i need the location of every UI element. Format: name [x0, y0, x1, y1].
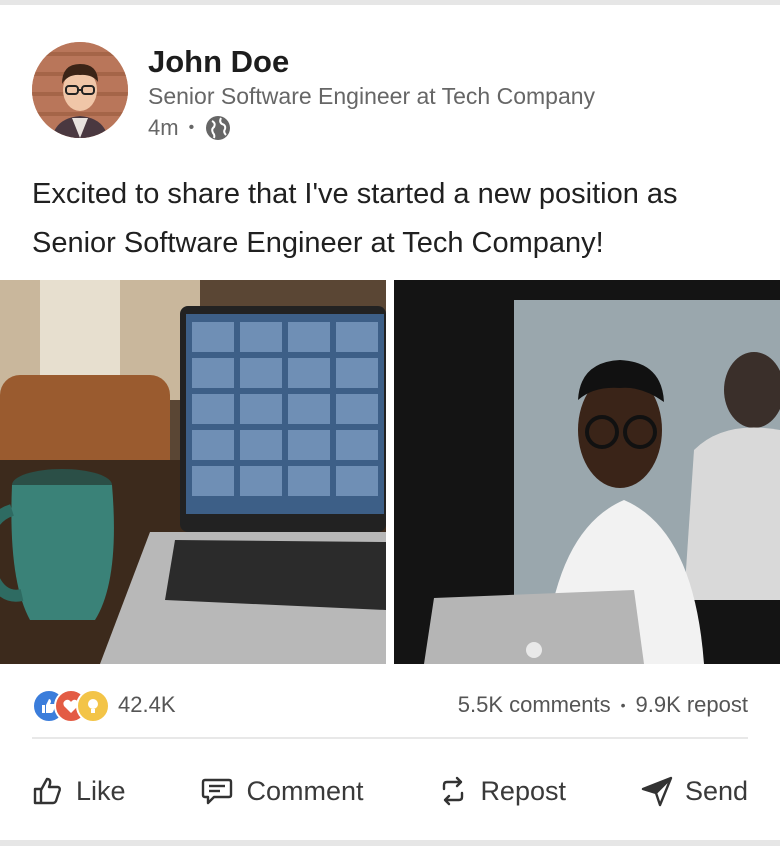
author-meta: John Doe Senior Software Engineer at Tec…	[148, 44, 595, 142]
comment-button[interactable]: Comment	[200, 775, 364, 807]
post-time: 4m	[148, 115, 179, 140]
send-label: Send	[684, 775, 748, 806]
engagement-separator: •	[620, 697, 626, 713]
send-icon	[641, 776, 673, 807]
reactions-count: 42.4K	[118, 692, 176, 717]
reposts-count-link[interactable]: 9.9K repost	[635, 692, 748, 718]
post-stats: 42.4K 5.5K comments • 9.9K repost	[32, 688, 748, 723]
insightful-reaction-icon	[76, 689, 110, 723]
post-header: John Doe Senior Software Engineer at Tec…	[32, 42, 595, 142]
send-button[interactable]: Send	[641, 775, 748, 807]
comments-count-link[interactable]: 5.5K comments	[458, 692, 611, 718]
post-images	[0, 280, 780, 664]
author-name[interactable]: John Doe	[148, 44, 595, 80]
repost-icon	[443, 776, 464, 806]
like-label: Like	[76, 775, 126, 806]
image-laptop-video-call[interactable]	[0, 280, 386, 664]
reactions-summary[interactable]: 42.4K	[32, 689, 176, 723]
image-speaker-with-laptop[interactable]	[394, 280, 780, 664]
repost-button[interactable]: Repost	[438, 775, 566, 807]
like-button[interactable]: Like	[32, 775, 126, 807]
avatar[interactable]	[32, 42, 128, 138]
thumbs-up-icon	[33, 777, 61, 805]
comment-label: Comment	[246, 775, 364, 806]
reaction-icons	[32, 689, 110, 723]
actions-divider	[32, 737, 748, 739]
globe-icon	[206, 116, 231, 140]
post-time-row: 4m •	[148, 114, 595, 142]
time-separator: •	[188, 119, 195, 136]
post-actions-bar: Like Comment Repost Send	[32, 766, 748, 816]
author-headline: Senior Software Engineer at Tech Company	[148, 83, 596, 109]
comment-icon	[202, 778, 233, 805]
engagement-counts: 5.5K comments • 9.9K repost	[458, 692, 748, 718]
post-body-text: Excited to share that I've started a new…	[32, 178, 678, 259]
repost-label: Repost	[480, 775, 566, 806]
top-separator	[0, 0, 780, 5]
bottom-separator	[0, 840, 780, 846]
